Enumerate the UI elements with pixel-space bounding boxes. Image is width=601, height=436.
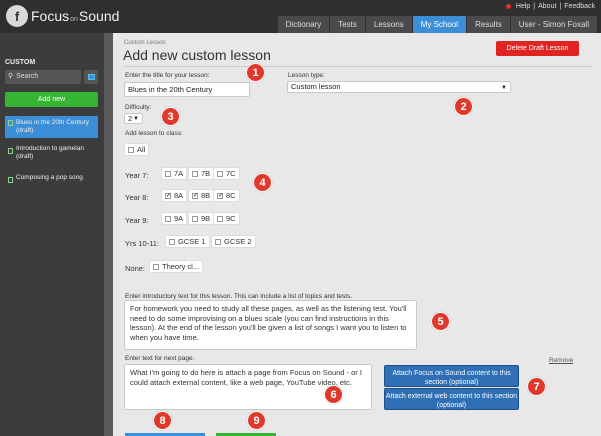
checkbox-icon — [192, 215, 198, 222]
checkbox-icon — [215, 238, 221, 245]
checkbox-checked-icon: ✓ — [192, 192, 199, 199]
checkbox-icon — [192, 170, 198, 177]
callout-badge-6: 6 — [324, 385, 343, 404]
class-checkbox-7a[interactable]: 7A — [161, 167, 188, 180]
lesson-title-input[interactable]: Blues in the 20th Century — [124, 82, 250, 97]
class-checkbox-8a[interactable]: ✓ 8A — [161, 189, 188, 202]
notification-icon[interactable] — [505, 4, 511, 9]
sidebar-item-gamelan[interactable]: Introduction to gamelan (draft) — [5, 145, 98, 161]
intro-textarea[interactable]: For homework you need to study all these… — [124, 300, 417, 350]
checkbox-checked-icon: ✓ — [165, 192, 172, 199]
tab-results[interactable]: Results — [467, 16, 510, 33]
year-row-label: None: — [125, 264, 146, 273]
breadcrumb: Custom Lesson — [124, 40, 166, 46]
logo[interactable]: f FocusonSound — [6, 5, 119, 27]
document-icon — [8, 177, 13, 183]
sidebar-item-pop-song[interactable]: Composing a pop song — [5, 174, 98, 183]
class-checkbox-gcse1[interactable]: GCSE 1 — [165, 235, 210, 248]
checkbox-icon — [217, 215, 223, 222]
class-checkbox-all[interactable]: All — [124, 143, 150, 156]
sidebar-title: CUSTOM — [5, 59, 36, 66]
title-field-label: Enter the title for your lesson: — [125, 72, 210, 79]
search-icon: ⚲ — [8, 73, 14, 80]
callout-badge-7: 7 — [527, 377, 546, 396]
attach-fos-content-button[interactable]: Attach Focus on Sound content to this se… — [384, 365, 519, 387]
dropdown-caret-icon: ▼ — [133, 116, 139, 122]
attach-web-content-button[interactable]: Attach external web content to this sect… — [384, 388, 519, 410]
main-nav: Dictionary Tests Lessons My School Resul… — [277, 16, 597, 33]
callout-badge-9: 9 — [247, 411, 266, 430]
checkbox-icon — [169, 238, 175, 245]
tab-my-school[interactable]: My School — [412, 16, 467, 33]
lesson-type-label: Lesson type: — [288, 72, 325, 79]
tab-dictionary[interactable]: Dictionary — [277, 16, 330, 33]
class-checkbox-8b[interactable]: ✓ 8B — [188, 189, 215, 202]
class-checkbox-9b[interactable]: 9B — [188, 212, 215, 225]
class-checkbox-theory[interactable]: Theory cl... — [149, 260, 204, 273]
logo-mark-icon: f — [6, 5, 28, 27]
difficulty-select[interactable]: 2 ▼ — [124, 113, 143, 124]
difficulty-label: Difficulty: — [125, 104, 152, 111]
class-checkbox-gcse2[interactable]: GCSE 2 — [211, 235, 256, 248]
checkbox-icon — [153, 263, 159, 270]
delete-draft-button[interactable]: Delete Draft Lesson — [496, 41, 579, 56]
divider — [123, 66, 593, 67]
class-checkbox-8c[interactable]: ✓ 8C — [213, 189, 240, 202]
top-links: Help | About | Feedback — [505, 3, 595, 10]
checkbox-icon — [165, 170, 171, 177]
year-row-label: Yrs 10-11: — [125, 239, 160, 248]
callout-badge-8: 8 — [153, 411, 172, 430]
grid-icon — [87, 74, 95, 80]
year-row-label: Year 8: — [125, 193, 149, 202]
class-checkbox-7b[interactable]: 7B — [188, 167, 215, 180]
callout-badge-3: 3 — [161, 107, 180, 126]
year-row-label: Year 9: — [125, 216, 149, 225]
page-title: Add new custom lesson — [123, 47, 271, 63]
checkbox-icon — [217, 170, 223, 177]
logo-text: FocusonSound — [31, 8, 120, 24]
add-class-label: Add lesson to class: — [125, 130, 183, 137]
callout-badge-5: 5 — [431, 312, 450, 331]
sidebar: CUSTOM ⚲ Search Add new Blues in the 20th… — [0, 33, 104, 436]
view-toggle-button[interactable] — [84, 70, 98, 84]
remove-link[interactable]: Remove — [549, 357, 573, 364]
dropdown-caret-icon: ▼ — [501, 85, 507, 91]
search-input[interactable]: ⚲ Search — [5, 70, 81, 84]
checkbox-icon — [165, 215, 171, 222]
callout-badge-4: 4 — [253, 173, 272, 192]
class-checkbox-9a[interactable]: 9A — [161, 212, 188, 225]
feedback-link[interactable]: Feedback — [564, 3, 595, 10]
about-link[interactable]: About — [538, 3, 556, 10]
class-checkbox-9c[interactable]: 9C — [213, 212, 240, 225]
main-panel: Custom Lesson Add new custom lesson Dele… — [113, 33, 601, 436]
sidebar-item-blues[interactable]: Blues in the 20th Century (draft) — [5, 116, 98, 138]
document-icon — [8, 120, 13, 126]
lesson-type-select[interactable]: Custom lesson ▼ — [287, 81, 511, 93]
class-checkbox-7c[interactable]: 7C — [213, 167, 240, 180]
callout-badge-1: 1 — [246, 63, 265, 82]
callout-badge-2: 2 — [454, 97, 473, 116]
tab-tests[interactable]: Tests — [330, 16, 365, 33]
add-new-button[interactable]: Add new — [5, 92, 98, 107]
checkbox-icon — [128, 146, 134, 153]
document-icon — [8, 148, 13, 154]
checkbox-checked-icon: ✓ — [217, 192, 224, 199]
help-link[interactable]: Help — [516, 3, 530, 10]
year-row-label: Year 7: — [125, 171, 149, 180]
top-bar: f FocusonSound Help | About | Feedback Dic… — [0, 0, 601, 33]
next-page-label: Enter text for next page. — [125, 355, 195, 362]
tab-user[interactable]: User - Simon Foxall — [510, 16, 597, 33]
tab-lessons[interactable]: Lessons — [365, 16, 412, 33]
intro-text-label: Enter introductory text for this lesson.… — [125, 293, 353, 300]
